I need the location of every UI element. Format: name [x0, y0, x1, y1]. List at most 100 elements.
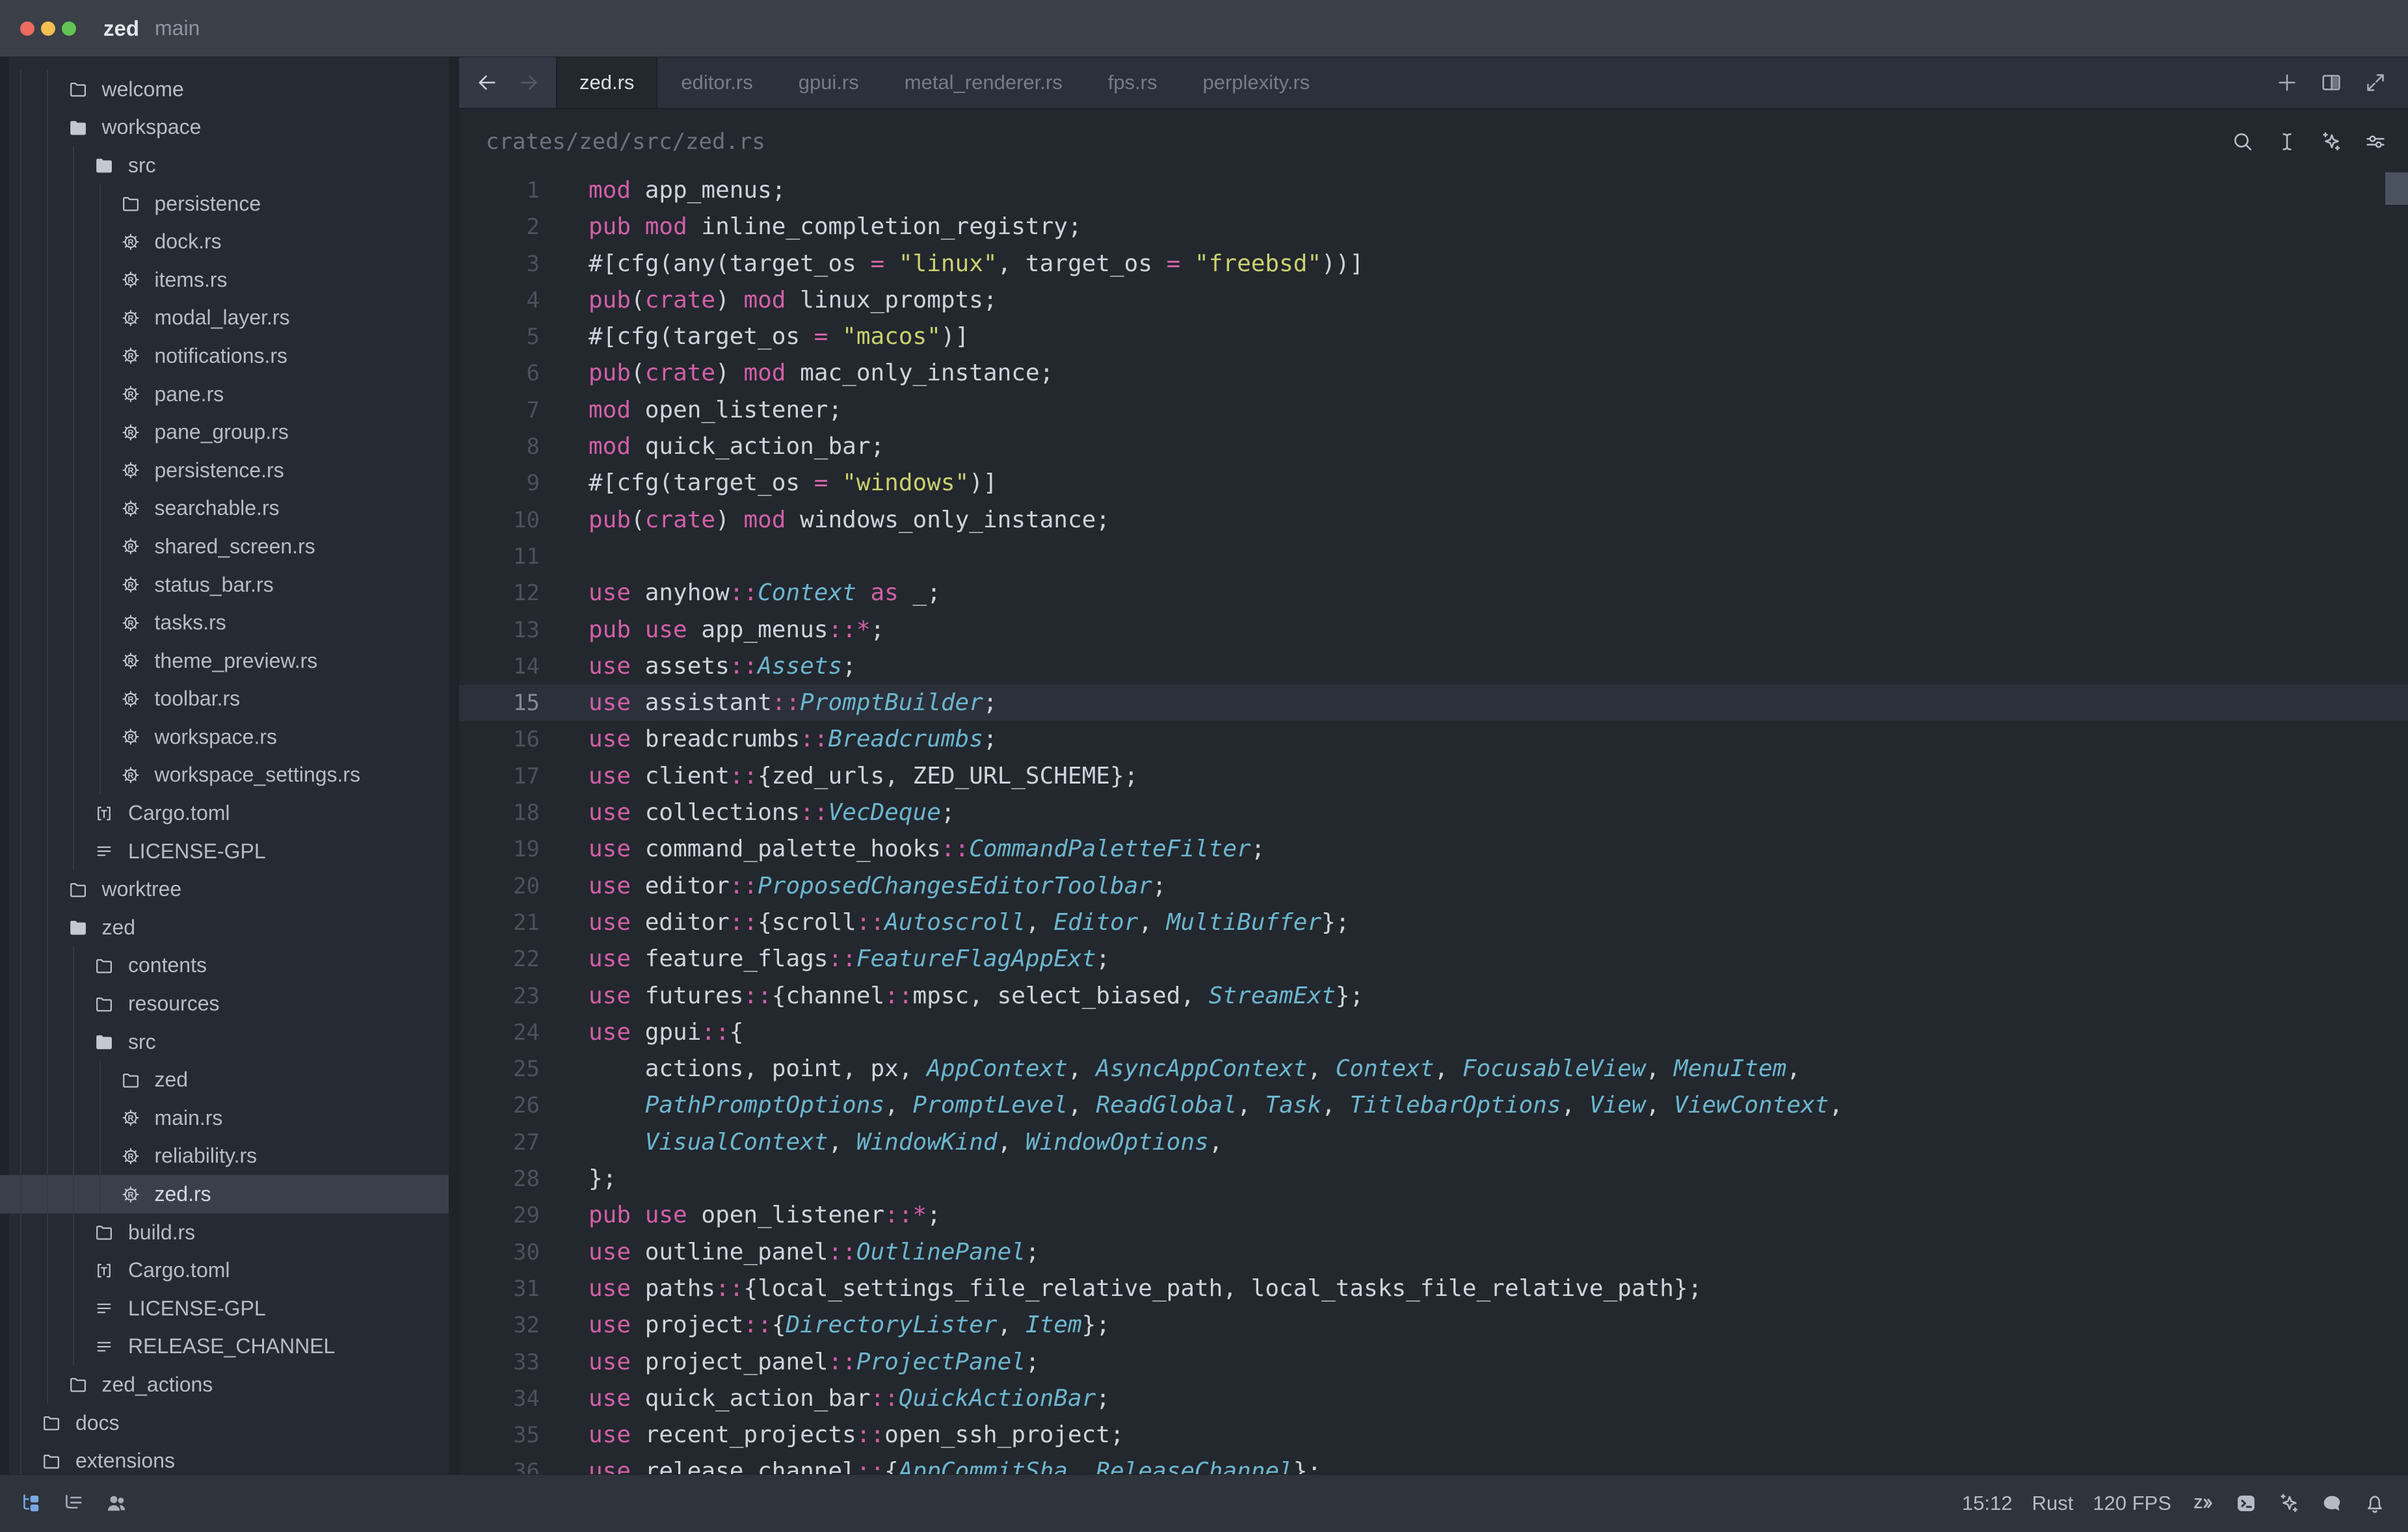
tree-item-cargo-toml[interactable]: Cargo.toml — [0, 1251, 449, 1289]
zed-predict-icon[interactable]: Z — [2191, 1491, 2216, 1516]
code-line-35[interactable]: 35use recent_projects::open_ssh_project; — [459, 1417, 2408, 1453]
tree-item-contents[interactable]: contents — [0, 947, 449, 985]
line-number[interactable]: 6 — [459, 355, 540, 391]
tree-item-persistence[interactable]: persistence — [0, 185, 449, 223]
tree-item-welcome[interactable]: welcome — [0, 70, 449, 109]
line-number[interactable]: 14 — [459, 648, 540, 685]
terminal-icon[interactable] — [2234, 1491, 2258, 1516]
tree-item-pane-rs[interactable]: Rpane.rs — [0, 375, 449, 414]
code-line-26[interactable]: 26 PathPromptOptions, PromptLevel, ReadG… — [459, 1087, 2408, 1124]
line-number[interactable]: 24 — [459, 1014, 540, 1051]
code-line-6[interactable]: 6pub(crate) mod mac_only_instance; — [459, 355, 2408, 391]
tree-item-build-rs[interactable]: build.rs — [0, 1213, 449, 1252]
close-window-button[interactable] — [20, 21, 34, 36]
outline-icon[interactable] — [61, 1491, 86, 1516]
line-number[interactable]: 5 — [459, 319, 540, 355]
tree-item-shared-screen-rs[interactable]: Rshared_screen.rs — [0, 527, 449, 566]
code-line-36[interactable]: 36use release_channel::{AppCommitSha, Re… — [459, 1453, 2408, 1474]
tree-item-src[interactable]: src — [0, 146, 449, 185]
code-line-1[interactable]: 1mod app_menus; — [459, 172, 2408, 209]
line-number[interactable]: 33 — [459, 1344, 540, 1380]
line-number[interactable]: 16 — [459, 721, 540, 758]
code-line-12[interactable]: 12use anyhow::Context as _; — [459, 575, 2408, 611]
tree-item-zed-actions[interactable]: zed_actions — [0, 1366, 449, 1404]
tab-gpui-rs[interactable]: gpui.rs — [775, 57, 881, 108]
split-pane-button[interactable] — [2318, 70, 2344, 96]
breadcrumb[interactable]: crates/zed/src/zed.rs — [486, 129, 765, 155]
line-number[interactable]: 22 — [459, 941, 540, 977]
language-selector[interactable]: Rust — [2032, 1492, 2074, 1515]
bell-icon[interactable] — [2362, 1491, 2387, 1516]
tree-item-items-rs[interactable]: Ritems.rs — [0, 261, 449, 299]
inline-assist-icon[interactable] — [2274, 129, 2300, 155]
line-number[interactable]: 27 — [459, 1124, 540, 1161]
line-number[interactable]: 20 — [459, 868, 540, 905]
code-line-9[interactable]: 9#[cfg(target_os = "windows")] — [459, 465, 2408, 501]
chat-icon[interactable] — [2320, 1491, 2344, 1516]
code-line-16[interactable]: 16use breadcrumbs::Breadcrumbs; — [459, 721, 2408, 758]
code-line-24[interactable]: 24use gpui::{ — [459, 1014, 2408, 1051]
tree-item-reliability-rs[interactable]: Rreliability.rs — [0, 1137, 449, 1176]
editor-settings-icon[interactable] — [2362, 129, 2388, 155]
tree-item-theme-preview-rs[interactable]: Rtheme_preview.rs — [0, 642, 449, 680]
tree-item-status-bar-rs[interactable]: Rstatus_bar.rs — [0, 566, 449, 604]
tree-item-workspace[interactable]: workspace — [0, 109, 449, 147]
code-line-22[interactable]: 22use feature_flags::FeatureFlagAppExt; — [459, 941, 2408, 977]
code-line-3[interactable]: 3#[cfg(any(target_os = "linux", target_o… — [459, 246, 2408, 282]
code-line-25[interactable]: 25 actions, point, px, AppContext, Async… — [459, 1051, 2408, 1087]
code-editor[interactable]: 1mod app_menus;2pub mod inline_completio… — [459, 172, 2408, 1474]
code-line-20[interactable]: 20use editor::ProposedChangesEditorToolb… — [459, 868, 2408, 905]
tab-zed-rs[interactable]: zed.rs — [556, 57, 657, 108]
line-number[interactable]: 28 — [459, 1161, 540, 1197]
scrollbar-thumb[interactable] — [2385, 172, 2408, 205]
code-line-21[interactable]: 21use editor::{scroll::Autoscroll, Edito… — [459, 905, 2408, 941]
line-number[interactable]: 34 — [459, 1380, 540, 1417]
expand-pane-button[interactable] — [2362, 70, 2388, 96]
line-number[interactable]: 12 — [459, 575, 540, 611]
code-line-10[interactable]: 10pub(crate) mod windows_only_instance; — [459, 502, 2408, 538]
project-name[interactable]: zed — [103, 16, 139, 41]
tree-item-searchable-rs[interactable]: Rsearchable.rs — [0, 490, 449, 528]
code-line-13[interactable]: 13pub use app_menus::*; — [459, 612, 2408, 648]
tree-item-zed-rs[interactable]: Rzed.rs — [0, 1175, 449, 1213]
line-number[interactable]: 4 — [459, 282, 540, 319]
tree-item-resources[interactable]: resources — [0, 984, 449, 1023]
line-number[interactable]: 2 — [459, 209, 540, 245]
code-line-34[interactable]: 34use quick_action_bar::QuickActionBar; — [459, 1380, 2408, 1417]
line-number[interactable]: 25 — [459, 1051, 540, 1087]
code-line-8[interactable]: 8mod quick_action_bar; — [459, 429, 2408, 465]
line-number[interactable]: 36 — [459, 1453, 540, 1474]
tree-item-main-rs[interactable]: Rmain.rs — [0, 1099, 449, 1137]
line-number[interactable]: 30 — [459, 1234, 540, 1271]
git-branch[interactable]: main — [155, 16, 200, 40]
line-number[interactable]: 15 — [459, 685, 540, 721]
tree-item-zed[interactable]: zed — [0, 1061, 449, 1099]
code-line-23[interactable]: 23use futures::{channel::mpsc, select_bi… — [459, 978, 2408, 1014]
line-number[interactable]: 7 — [459, 392, 540, 429]
zoom-window-button[interactable] — [62, 21, 76, 36]
line-number[interactable]: 19 — [459, 831, 540, 867]
code-line-33[interactable]: 33use project_panel::ProjectPanel; — [459, 1344, 2408, 1380]
navigate-forward-button[interactable] — [516, 70, 541, 95]
code-line-28[interactable]: 28}; — [459, 1161, 2408, 1197]
code-line-4[interactable]: 4pub(crate) mod linux_prompts; — [459, 282, 2408, 319]
tree-item-modal-layer-rs[interactable]: Rmodal_layer.rs — [0, 299, 449, 337]
code-line-18[interactable]: 18use collections::VecDeque; — [459, 795, 2408, 831]
minimize-window-button[interactable] — [41, 21, 55, 36]
code-line-30[interactable]: 30use outline_panel::OutlinePanel; — [459, 1234, 2408, 1271]
line-number[interactable]: 8 — [459, 429, 540, 465]
code-line-31[interactable]: 31use paths::{local_settings_file_relati… — [459, 1271, 2408, 1307]
tree-item-pane-group-rs[interactable]: Rpane_group.rs — [0, 413, 449, 451]
tree-item-tasks-rs[interactable]: Rtasks.rs — [0, 603, 449, 642]
assistant-sparkle-icon[interactable] — [2318, 129, 2344, 155]
line-number[interactable]: 10 — [459, 502, 540, 538]
tab-metal_renderer-rs[interactable]: metal_renderer.rs — [881, 57, 1085, 108]
tree-item-workspace-rs[interactable]: Rworkspace.rs — [0, 718, 449, 756]
tree-item-zed[interactable]: zed — [0, 908, 449, 947]
tree-item-persistence-rs[interactable]: Rpersistence.rs — [0, 451, 449, 490]
code-line-32[interactable]: 32use project::{DirectoryLister, Item}; — [459, 1307, 2408, 1343]
tree-item-docs[interactable]: docs — [0, 1404, 449, 1442]
line-number[interactable]: 31 — [459, 1271, 540, 1307]
code-line-11[interactable]: 11 — [459, 538, 2408, 575]
code-line-5[interactable]: 5#[cfg(target_os = "macos")] — [459, 319, 2408, 355]
